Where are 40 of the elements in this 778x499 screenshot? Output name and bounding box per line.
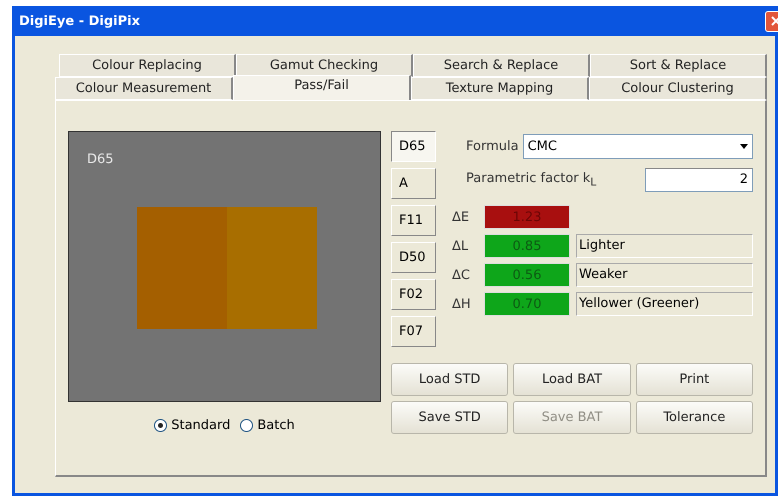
illuminant-button[interactable]: F07 — [391, 316, 436, 347]
formula-dropdown[interactable]: CMC — [522, 134, 753, 159]
delta-label: ΔE — [451, 210, 470, 224]
radio-option[interactable]: Batch — [240, 418, 295, 433]
illuminant-button[interactable]: A — [391, 168, 436, 199]
action-button[interactable]: Load BAT — [513, 363, 631, 396]
tab[interactable]: Gamut Checking — [236, 54, 413, 77]
formula-label: Formula — [466, 139, 519, 154]
delta-value: 0.56 — [484, 263, 570, 287]
delta-label: ΔC — [451, 268, 471, 282]
dropdown-arrow-icon — [740, 144, 748, 149]
close-icon — [771, 16, 778, 26]
illuminant-button[interactable]: D50 — [391, 242, 436, 273]
tab[interactable]: Sort & Replace — [590, 54, 767, 77]
action-button[interactable]: Print — [636, 363, 753, 396]
tab[interactable]: Colour Replacing — [59, 54, 236, 77]
illuminant-button[interactable]: F11 — [391, 205, 436, 236]
action-button[interactable]: Tolerance — [636, 401, 753, 434]
delta-description: Lighter — [576, 234, 753, 258]
delta-label: ΔL — [451, 238, 470, 254]
illuminant-button[interactable]: F02 — [391, 279, 436, 310]
delta-description: Yellower (Greener) — [576, 292, 753, 316]
parametric-factor-label: Parametric factor k$_{L}$ — [466, 170, 596, 188]
tab[interactable]: Search & Replace — [413, 54, 590, 77]
radio-option[interactable]: Standard — [154, 418, 230, 433]
delta-description: Weaker — [576, 263, 753, 287]
illuminant-button[interactable]: D65 — [391, 131, 436, 162]
tab[interactable]: Colour Measurement — [55, 77, 233, 100]
delta-value: 0.85 — [484, 234, 570, 258]
window-title: DigiEye - DigiPix — [19, 14, 140, 28]
parametric-factor-field[interactable]: 2 — [645, 168, 753, 192]
tab[interactable]: Pass/Fail — [233, 75, 411, 100]
delta-value: 1.23 — [484, 205, 570, 229]
action-button[interactable]: Save STD — [391, 401, 508, 434]
delta-label: ΔH — [451, 296, 472, 312]
action-button[interactable]: Load STD — [391, 363, 508, 396]
illuminant-label: D65 — [87, 152, 115, 167]
tab[interactable]: Colour Clustering — [589, 77, 767, 100]
tab[interactable]: Texture Mapping — [411, 77, 589, 100]
delta-value: 0.70 — [484, 292, 570, 316]
